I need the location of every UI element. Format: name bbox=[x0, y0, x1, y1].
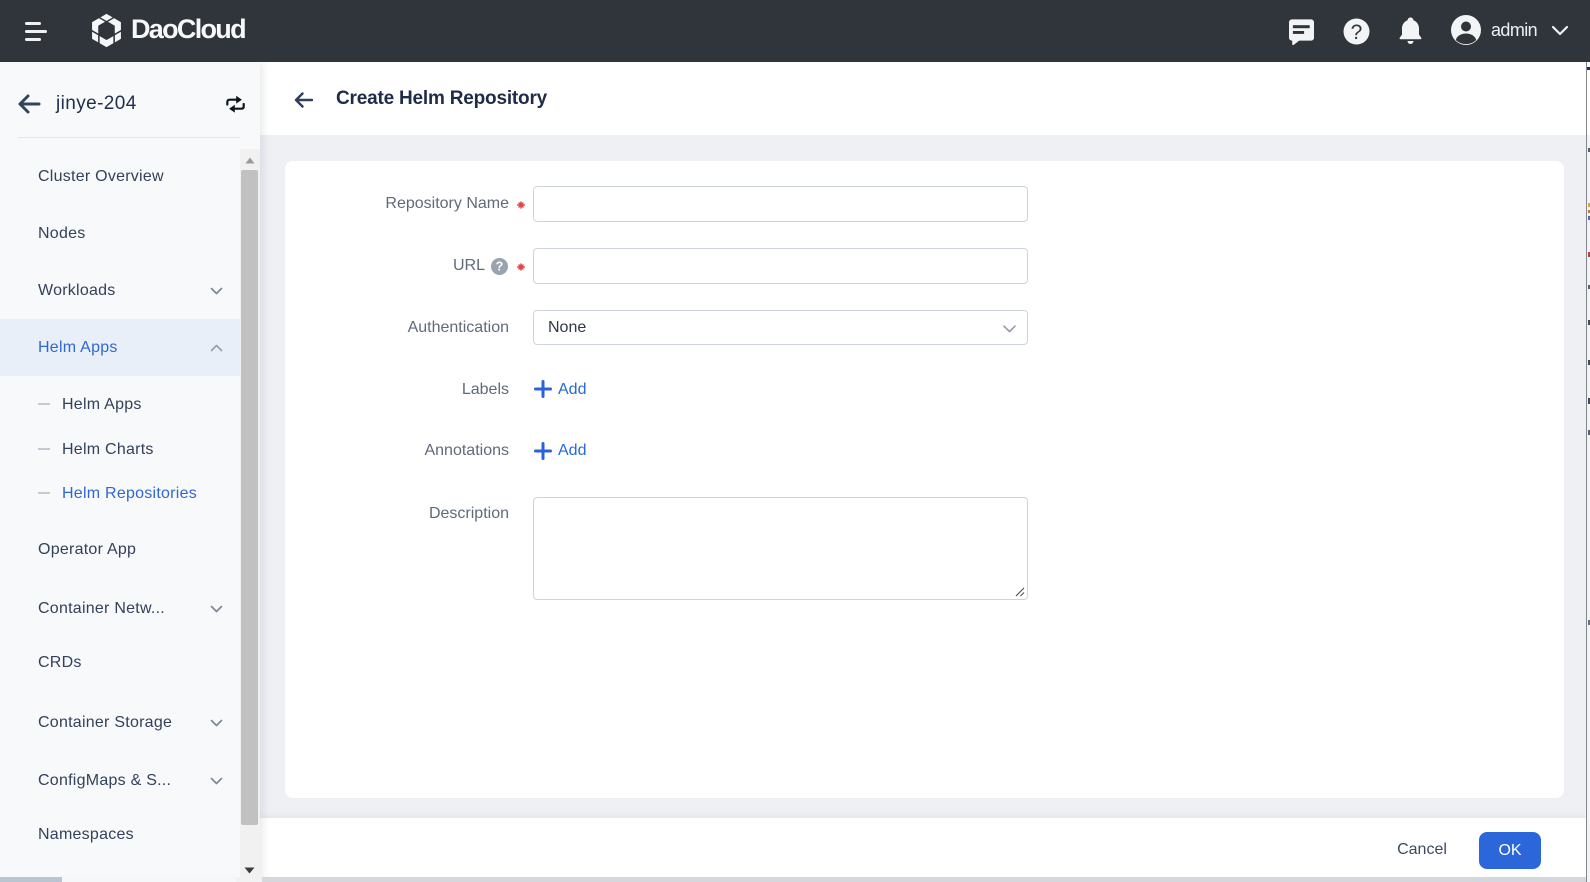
svg-text:?: ? bbox=[496, 259, 504, 273]
svg-text:?: ? bbox=[1351, 21, 1363, 44]
